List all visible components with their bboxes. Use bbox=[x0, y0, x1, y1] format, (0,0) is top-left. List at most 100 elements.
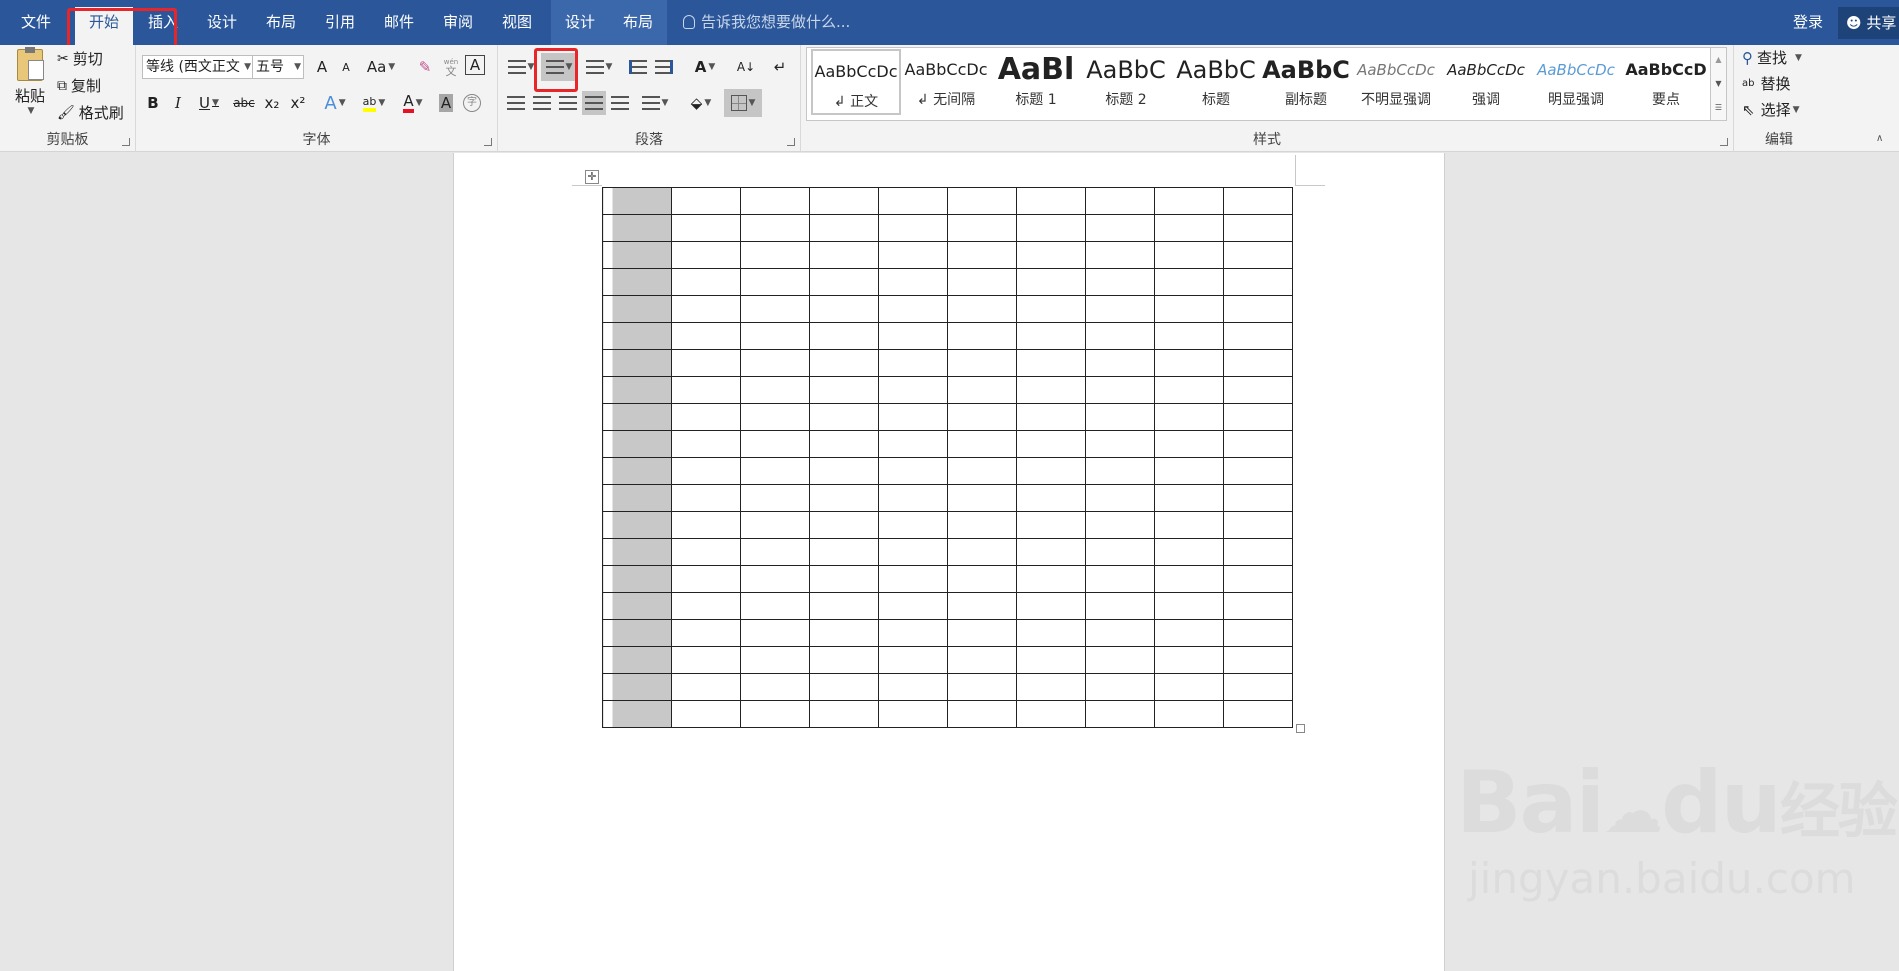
table-cell-selected[interactable] bbox=[602, 619, 672, 647]
bullets-button[interactable]: ▼ bbox=[504, 55, 538, 79]
table-cell[interactable] bbox=[809, 403, 879, 431]
style-emphasis[interactable]: AaBbCcDc 强调 bbox=[1441, 49, 1531, 115]
table-cell[interactable] bbox=[809, 538, 879, 566]
table-cell[interactable] bbox=[878, 511, 948, 539]
table-cell[interactable] bbox=[1223, 673, 1293, 701]
table-resize-handle[interactable] bbox=[1296, 724, 1305, 733]
table-cell[interactable] bbox=[1154, 295, 1224, 323]
table-cell[interactable] bbox=[1016, 565, 1086, 593]
table-cell[interactable] bbox=[1154, 511, 1224, 539]
style-heading-1[interactable]: AaBl 标题 1 bbox=[991, 49, 1081, 115]
tab-references[interactable]: 引用 bbox=[314, 0, 366, 45]
table-cell[interactable] bbox=[1223, 646, 1293, 674]
sort-button[interactable]: A↓ bbox=[734, 55, 758, 79]
styles-launcher-icon[interactable] bbox=[1720, 138, 1728, 146]
table-cell[interactable] bbox=[1016, 241, 1086, 269]
format-painter-button[interactable]: 🖌 格式刷 bbox=[57, 102, 124, 123]
table-cell[interactable] bbox=[1016, 349, 1086, 377]
table-cell[interactable] bbox=[1085, 511, 1155, 539]
table-cell[interactable] bbox=[878, 295, 948, 323]
table-cell[interactable] bbox=[1223, 241, 1293, 269]
table-cell[interactable] bbox=[1154, 241, 1224, 269]
table-cell[interactable] bbox=[740, 538, 810, 566]
table-cell[interactable] bbox=[1085, 484, 1155, 512]
table-cell[interactable] bbox=[1085, 619, 1155, 647]
table-cell[interactable] bbox=[1223, 511, 1293, 539]
grow-font-button[interactable]: A bbox=[310, 55, 334, 79]
table-cell-selected[interactable] bbox=[602, 592, 672, 620]
table-cell[interactable] bbox=[947, 619, 1017, 647]
table-cell[interactable] bbox=[1085, 538, 1155, 566]
table-cell[interactable] bbox=[671, 565, 741, 593]
table-cell[interactable] bbox=[1154, 349, 1224, 377]
table-cell[interactable] bbox=[740, 295, 810, 323]
table-cell[interactable] bbox=[809, 376, 879, 404]
table-cell[interactable] bbox=[878, 592, 948, 620]
table-cell[interactable] bbox=[1085, 592, 1155, 620]
borders-button[interactable]: ▼ bbox=[724, 89, 762, 117]
table-cell[interactable] bbox=[1016, 511, 1086, 539]
table-cell[interactable] bbox=[671, 430, 741, 458]
table-cell[interactable] bbox=[671, 268, 741, 296]
table-cell[interactable] bbox=[671, 592, 741, 620]
style-intense-emphasis[interactable]: AaBbCcDc 明显强调 bbox=[1531, 49, 1621, 115]
table-cell[interactable] bbox=[947, 673, 1017, 701]
table-cell-selected[interactable] bbox=[602, 268, 672, 296]
table-cell[interactable] bbox=[947, 295, 1017, 323]
table-cell[interactable] bbox=[1223, 538, 1293, 566]
table-cell[interactable] bbox=[1016, 295, 1086, 323]
table-cell[interactable] bbox=[671, 646, 741, 674]
tab-mailings[interactable]: 邮件 bbox=[373, 0, 425, 45]
table-cell[interactable] bbox=[671, 457, 741, 485]
italic-button[interactable]: I bbox=[166, 91, 190, 115]
table-cell[interactable] bbox=[671, 241, 741, 269]
table-cell[interactable] bbox=[809, 349, 879, 377]
table-cell[interactable] bbox=[947, 403, 1017, 431]
table-cell[interactable] bbox=[1085, 376, 1155, 404]
table-cell[interactable] bbox=[1223, 322, 1293, 350]
table-cell[interactable] bbox=[878, 673, 948, 701]
table-cell[interactable] bbox=[1016, 484, 1086, 512]
table-cell[interactable] bbox=[740, 322, 810, 350]
table-cell[interactable] bbox=[1154, 484, 1224, 512]
table-cell-selected[interactable] bbox=[602, 430, 672, 458]
table-cell[interactable] bbox=[947, 538, 1017, 566]
table-cell[interactable] bbox=[1085, 430, 1155, 458]
table-cell[interactable] bbox=[740, 646, 810, 674]
table-cell[interactable] bbox=[878, 430, 948, 458]
table-cell-selected[interactable] bbox=[602, 700, 672, 728]
table-cell[interactable] bbox=[740, 700, 810, 728]
table-cell[interactable] bbox=[1154, 187, 1224, 215]
table-cell[interactable] bbox=[809, 457, 879, 485]
table-cell[interactable] bbox=[878, 349, 948, 377]
clear-formatting-button[interactable]: ✎ bbox=[413, 55, 437, 79]
table-cell[interactable] bbox=[947, 430, 1017, 458]
tab-table-design[interactable]: 设计 bbox=[551, 0, 609, 45]
table-cell[interactable] bbox=[740, 187, 810, 215]
table-cell[interactable] bbox=[947, 322, 1017, 350]
table-cell[interactable] bbox=[1016, 187, 1086, 215]
table-cell[interactable] bbox=[1223, 430, 1293, 458]
table-cell-selected[interactable] bbox=[602, 538, 672, 566]
font-size-combo[interactable]: 五号 ▼ bbox=[252, 55, 304, 79]
table-cell[interactable] bbox=[878, 484, 948, 512]
table-cell[interactable] bbox=[671, 322, 741, 350]
table-cell[interactable] bbox=[878, 646, 948, 674]
table-cell[interactable] bbox=[1154, 376, 1224, 404]
table-cell[interactable] bbox=[1154, 403, 1224, 431]
table-cell[interactable] bbox=[809, 511, 879, 539]
table-cell[interactable] bbox=[947, 511, 1017, 539]
table-cell[interactable] bbox=[740, 241, 810, 269]
table-cell[interactable] bbox=[947, 241, 1017, 269]
table-cell[interactable] bbox=[1223, 403, 1293, 431]
table-cell[interactable] bbox=[878, 376, 948, 404]
table-cell[interactable] bbox=[947, 268, 1017, 296]
table-cell[interactable] bbox=[878, 322, 948, 350]
table-cell[interactable] bbox=[1016, 322, 1086, 350]
table-cell[interactable] bbox=[947, 376, 1017, 404]
table-cell[interactable] bbox=[1085, 241, 1155, 269]
table-cell[interactable] bbox=[1154, 430, 1224, 458]
show-marks-button[interactable]: ↵ bbox=[768, 55, 792, 79]
table-cell[interactable] bbox=[878, 700, 948, 728]
table-cell[interactable] bbox=[947, 592, 1017, 620]
